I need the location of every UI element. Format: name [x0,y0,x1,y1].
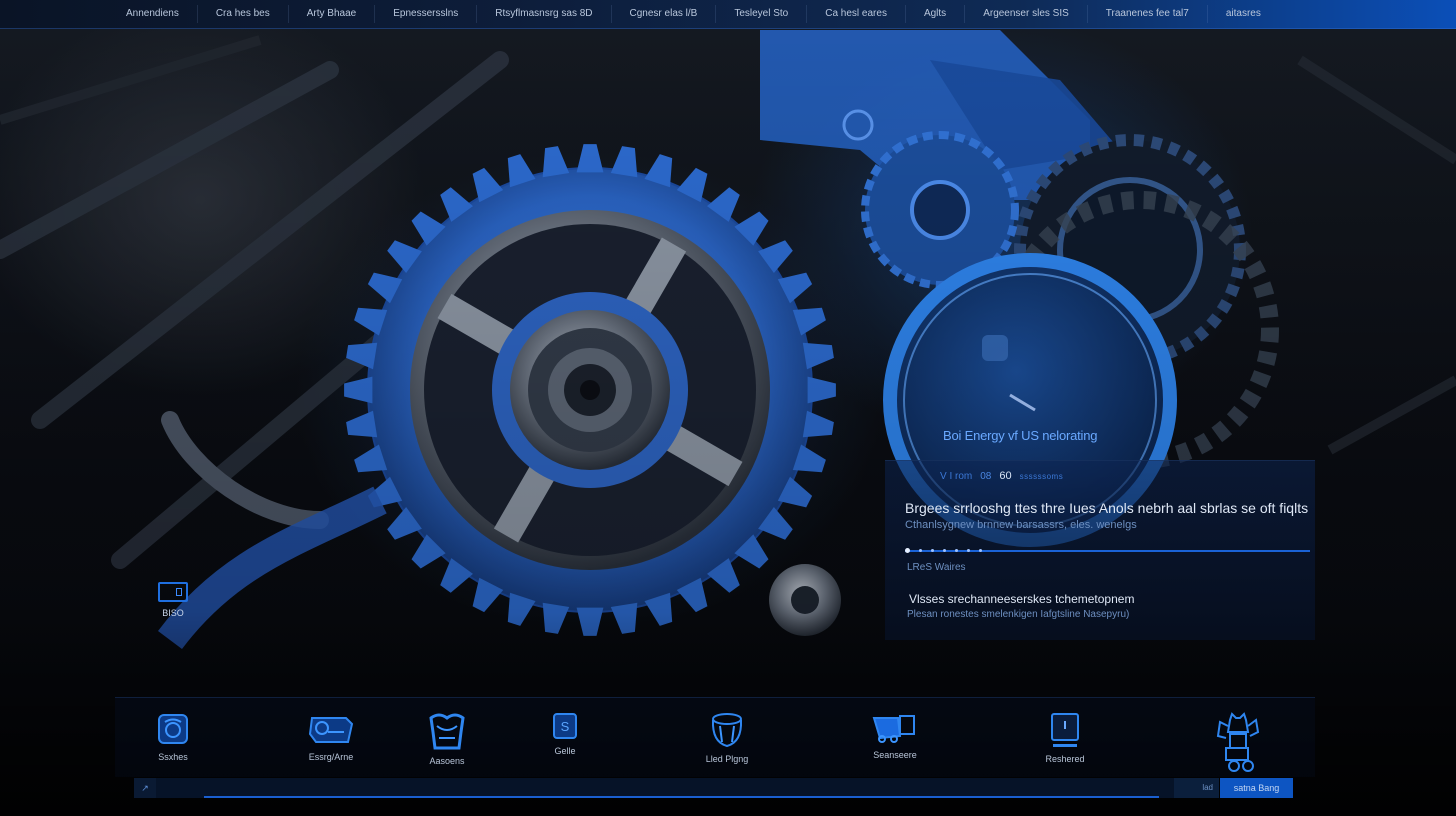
dock-item-label: Lled Plgng [705,754,749,764]
gauge-label: Boi Energy vf US nelorating [943,428,1098,443]
engine-badge-icon [158,714,188,744]
carousel-dot[interactable] [967,549,970,552]
nav-item-1[interactable]: Annendiens [108,5,198,23]
info-panel: Boi Energy vf US nelorating V I rom 08 6… [885,412,1315,640]
tablet-icon [1051,713,1079,747]
truck-icon [872,715,915,743]
dock-item-4[interactable]: S Gelle [520,712,610,756]
carousel-dot[interactable] [905,548,910,553]
code-badge-icon: S [553,713,577,739]
carousel-dot[interactable] [979,549,982,552]
command-input[interactable] [156,778,1196,798]
meta-item: ssssssoms [1019,471,1064,481]
hero-background [0,0,1456,816]
nav-item-9[interactable]: Aglts [906,5,966,23]
nav-item-10[interactable]: Argeenser sles SIS [965,5,1088,23]
nav-item-5[interactable]: Rtsyflmasnsrg sas 8D [477,5,612,23]
window-icon [158,582,188,602]
dock-item-label: Seanseere [873,750,917,760]
dock-item-2[interactable]: Essrg/Arne [286,712,376,762]
tooth-arch-icon [429,713,465,750]
bottom-dock: Ssxhes Essrg/Arne Aasoens S Gelle Lled P… [115,697,1315,777]
dock-item-1[interactable]: Ssxhes [128,712,218,762]
nav-item-4[interactable]: Epnessersslns [375,5,478,23]
nav-item-7[interactable]: Tesleyel Sto [716,5,808,23]
top-navigation: Annendiens Cra hes bes Arty Bhaae Epness… [0,0,1456,29]
dock-item-6[interactable]: Seanseere [850,712,940,760]
carousel-dot[interactable] [943,549,946,552]
dock-item-label: Reshered [1045,754,1085,764]
nav-item-3[interactable]: Arty Bhaae [289,5,376,23]
machine-block-icon [308,717,354,743]
link-icon[interactable]: ↗ [134,778,156,798]
meta-item: V I rom [940,470,973,482]
dock-item-7[interactable]: Reshered [1020,712,1110,764]
dock-item-label: Aasoens [429,756,465,766]
info-subtitle: Cthanlsygnew brnnew barsassrs, eles. wen… [905,519,1137,531]
nav-item-8[interactable]: Ca hesl eares [807,5,906,23]
section-subtitle: Plesan ronestes smelenkigen Iafgtsline N… [907,609,1130,620]
carousel-dot[interactable] [955,549,958,552]
drum-icon [711,713,743,748]
section-title: Vlsses srechanneeserskes tchemetopnem [909,592,1135,606]
meta-item: 60 [999,470,1012,482]
dock-item-8[interactable] [1193,712,1283,780]
carousel-dot[interactable] [919,549,922,552]
dock-item-5[interactable]: Lled Plgng [682,712,772,764]
robot-icon [1216,712,1260,772]
nav-item-11[interactable]: Traanenes fee tal7 [1088,5,1208,23]
dock-item-label: Gelle [554,746,576,756]
meta-row: V I rom 08 60 ssssssoms [940,470,1063,482]
side-widget[interactable]: BISO [156,582,190,618]
meta-item: 08 [980,470,992,482]
nav-item-2[interactable]: Cra hes bes [198,5,289,23]
section-label: LReS Waires [907,562,966,573]
svg-text:S: S [561,719,570,734]
command-bar: ↗ lad satna Bang [134,778,1294,798]
submit-button[interactable]: satna Bang [1220,778,1293,798]
nav-item-6[interactable]: Cgnesr elas l/B [612,5,717,23]
carousel-dots[interactable] [905,548,982,553]
info-title: Brgees srrlooshg ttes thre Iues Anols ne… [905,500,1309,516]
dock-item-label: Essrg/Arne [308,752,354,762]
side-widget-label: BISO [162,608,184,618]
command-hint: lad [1174,778,1219,798]
dock-item-3[interactable]: Aasoens [402,712,492,766]
carousel-dot[interactable] [931,549,934,552]
machinery-illustration [0,0,1456,816]
nav-item-12[interactable]: aitasres [1208,5,1279,23]
dock-item-label: Ssxhes [158,752,188,762]
